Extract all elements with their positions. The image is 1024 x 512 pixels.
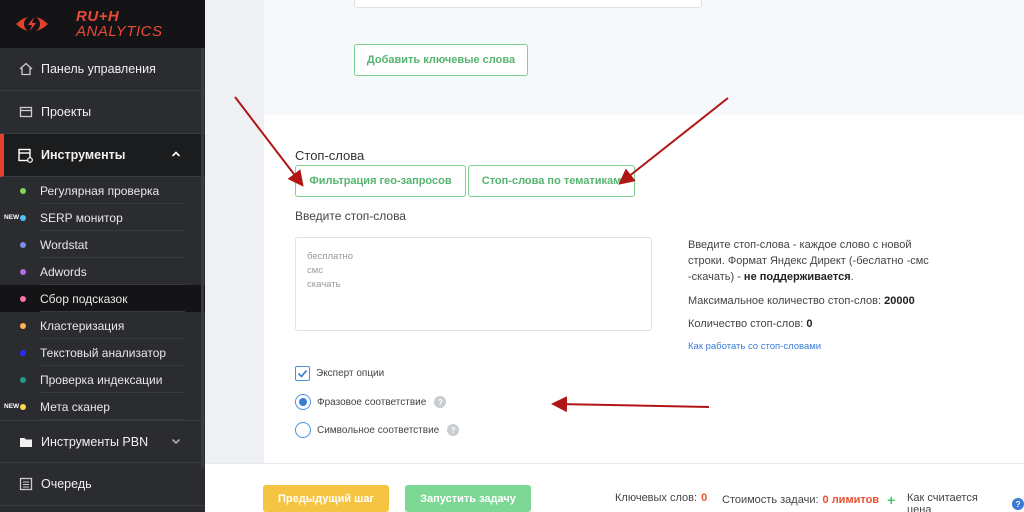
footer-bar: Предыдущий шаг Запустить задачу Ключевых…: [205, 463, 1024, 512]
sidebar-item-label: Инструменты PBN: [41, 434, 149, 449]
sidebar-tool-item[interactable]: Adwords: [0, 258, 205, 285]
keywords-count: Ключевых слов: 0: [615, 492, 707, 504]
help-icon[interactable]: ?: [434, 396, 447, 408]
logo-line1: RU+H: [76, 8, 120, 25]
phrase-match-row[interactable]: Фразовое соответствие ?: [295, 394, 447, 410]
phrase-match-label: Фразовое соответствие: [317, 396, 427, 408]
tools-submenu: Регулярная проверка NEW SERP монитор Wordst…: [0, 177, 205, 420]
status-dot-icon: [20, 349, 26, 356]
stop-words-textarea[interactable]: бесплатно смс скачать: [295, 237, 652, 331]
sidebar-item-tools[interactable]: Инструменты: [0, 134, 205, 177]
folder-icon: [18, 105, 33, 120]
logo[interactable]: RU+H ANALYTICS: [0, 0, 205, 48]
sidebar-tool-label: SERP монитор: [40, 210, 123, 225]
sidebar-tool-item[interactable]: Текстовый анализатор: [0, 339, 205, 366]
new-badge: NEW: [4, 403, 20, 410]
help-text-end: .: [850, 271, 854, 283]
sidebar-tool-label: Мета сканер: [40, 399, 110, 414]
prev-step-button[interactable]: Предыдущий шаг: [263, 485, 389, 512]
chevron-up-icon: [171, 148, 181, 162]
main-content: Добавить ключевые слова Стоп-слова Фильт…: [205, 0, 1024, 512]
home-icon: [18, 62, 33, 77]
chevron-down-icon: [171, 435, 181, 449]
keywords-count-label: Ключевых слов:: [615, 492, 698, 504]
sidebar-tool-item[interactable]: Сбор подсказок: [0, 285, 205, 312]
folder-icon: [18, 434, 33, 449]
task-cost-label: Стоимость задачи:: [722, 494, 819, 506]
expert-options-label: Эксперт опции: [316, 368, 385, 379]
keywords-count-value: 0: [701, 492, 708, 504]
stop-words-count: Количество стоп-слов: 0: [688, 316, 813, 332]
phrase-match-radio[interactable]: [295, 394, 311, 410]
add-keywords-button[interactable]: Добавить ключевые слова: [354, 44, 528, 76]
stop-words-label: Введите стоп-слова: [295, 209, 406, 223]
max-value: 20000: [884, 295, 915, 307]
symbol-match-label: Символьное соответствие: [317, 424, 440, 436]
sidebar-tool-label: Adwords: [40, 264, 87, 279]
sidebar-item-label: Проекты: [41, 105, 92, 119]
help-icon[interactable]: ?: [1012, 498, 1024, 510]
logo-line2: ANALYTICS: [76, 23, 163, 40]
sidebar: RU+H ANALYTICS Панель управления Проекты…: [0, 0, 205, 512]
stop-words-title: Стоп-слова: [295, 148, 365, 163]
sidebar-tool-item[interactable]: Проверка индексации: [0, 366, 205, 393]
howto-stop-words-link[interactable]: Как работать со стоп-словами: [688, 341, 821, 352]
sidebar-tool-item[interactable]: Кластеризация: [0, 312, 205, 339]
count-value: 0: [806, 318, 813, 330]
price-info-label: Как считается цена: [907, 492, 978, 512]
expert-options-row[interactable]: Эксперт опции: [295, 366, 384, 381]
status-dot-icon: [20, 295, 26, 302]
list-icon: [18, 477, 33, 492]
symbol-match-row[interactable]: Символьное соответствие ?: [295, 422, 460, 438]
max-stop-words: Максимальное количество стоп-слов: 20000: [688, 293, 915, 309]
status-dot-icon: [20, 376, 26, 383]
status-dot-icon: [20, 322, 26, 329]
count-label: Количество стоп-слов:: [688, 318, 807, 330]
sidebar-tool-item[interactable]: NEW SERP монитор: [0, 204, 205, 231]
sidebar-item-pbn[interactable]: Инструменты PBN: [0, 420, 205, 463]
price-info[interactable]: Как считается цена ?: [907, 492, 1024, 512]
sidebar-tool-label: Проверка индексации: [40, 372, 163, 387]
keywords-card: Добавить ключевые слова: [264, 0, 1024, 115]
expert-options-checkbox[interactable]: [295, 366, 310, 381]
sidebar-tool-label: Кластеризация: [40, 318, 125, 333]
status-dot-icon: [20, 268, 26, 275]
sidebar-item-queue[interactable]: Очередь: [0, 463, 205, 506]
status-dot-icon: [20, 187, 26, 194]
sidebar-tool-label: Регулярная проверка: [40, 183, 160, 198]
sidebar-tool-item[interactable]: NEW Мета сканер: [0, 393, 205, 420]
sidebar-tool-label: Сбор подсказок: [40, 291, 128, 306]
help-icon[interactable]: ?: [447, 424, 460, 436]
sidebar-tool-label: Wordstat: [40, 237, 88, 252]
sidebar-item-projects[interactable]: Проекты: [0, 91, 205, 134]
topic-stop-words-button[interactable]: Стоп-слова по тематикам: [468, 165, 635, 197]
sidebar-scrollbar[interactable]: [201, 48, 204, 468]
tools-icon: [18, 148, 33, 163]
task-cost: Стоимость задачи: 0 лимитов +: [722, 492, 895, 508]
sidebar-item-label: Очередь: [41, 477, 92, 491]
sidebar-item-label: Инструменты: [41, 148, 126, 162]
add-limits-button[interactable]: +: [887, 492, 895, 508]
sidebar-tool-label: Текстовый анализатор: [40, 345, 167, 360]
keywords-input[interactable]: [354, 0, 702, 8]
status-dot-icon: [20, 241, 26, 248]
sidebar-tool-item[interactable]: Wordstat: [0, 231, 205, 258]
stop-words-help-text: Введите стоп-слова - каждое слово с ново…: [688, 237, 938, 285]
rush-eye-icon: [16, 16, 48, 32]
sidebar-item-label: Панель управления: [41, 62, 156, 76]
sidebar-tool-item[interactable]: Регулярная проверка: [0, 177, 205, 204]
radio-selected-dot: [299, 398, 307, 406]
logo-text: RU+H ANALYTICS: [76, 9, 162, 39]
help-text-bold: не поддерживается: [743, 271, 851, 283]
run-task-button[interactable]: Запустить задачу: [405, 485, 531, 512]
sidebar-item-dashboard[interactable]: Панель управления: [0, 48, 205, 91]
status-dot-icon: [20, 214, 26, 221]
new-badge: NEW: [4, 214, 20, 221]
geo-filter-button[interactable]: Фильтрация гео-запросов: [295, 165, 466, 197]
max-label: Максимальное количество стоп-слов:: [688, 295, 885, 307]
task-cost-value: 0 лимитов: [822, 494, 880, 506]
status-dot-icon: [20, 403, 26, 410]
symbol-match-radio[interactable]: [295, 422, 311, 438]
